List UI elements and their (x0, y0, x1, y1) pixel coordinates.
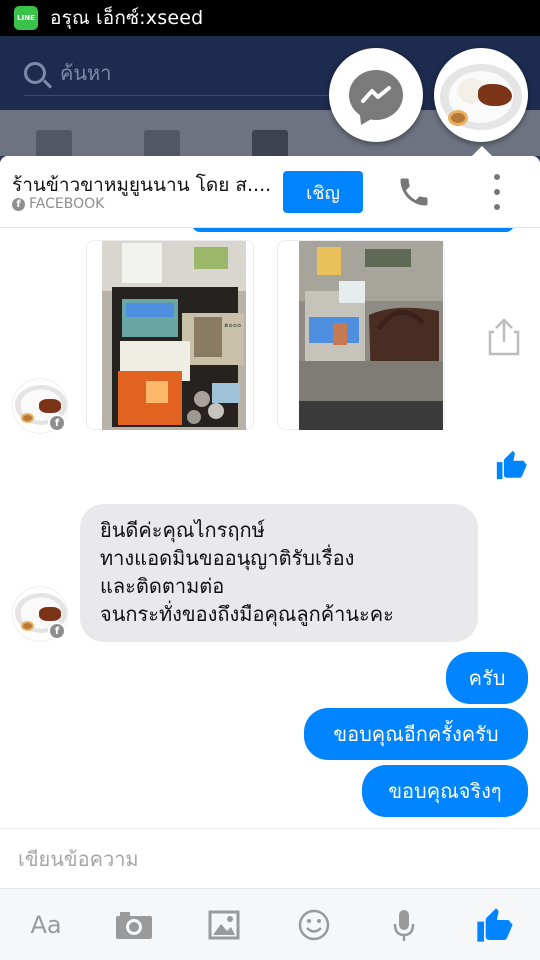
restaurant-chat-head[interactable] (434, 48, 528, 142)
messenger-icon (349, 70, 403, 120)
phone-icon[interactable] (396, 174, 432, 210)
background-search-bar: ค้นหา (24, 50, 364, 96)
facebook-icon: f (48, 414, 66, 432)
message-composer (0, 828, 540, 888)
outgoing-message-bubble[interactable]: ครับ (446, 652, 528, 704)
chat-subtitle: f FACEBOOK (12, 196, 104, 212)
messenger-chat-head[interactable] (329, 48, 423, 142)
gallery-icon[interactable] (202, 903, 246, 947)
friends-icon (144, 130, 180, 156)
photo-items-on-table[interactable] (299, 241, 443, 430)
chat-subtitle-text: FACEBOOK (29, 196, 105, 212)
background-search-placeholder: ค้นหา (60, 60, 112, 85)
active-head-pointer (472, 146, 492, 156)
microphone-icon[interactable] (382, 903, 426, 947)
composer-toolbar: Aa (0, 888, 540, 960)
incoming-message-bubble[interactable]: ยินดีค่ะคุณไกรฤกษ์ ทางแอดมินขออนุญาติรับ… (80, 504, 478, 642)
like-icon[interactable] (472, 903, 516, 947)
status-notification-text: อรุณ เอ็กซ์:xseed (50, 7, 204, 29)
search-icon (24, 61, 46, 84)
message-input[interactable] (18, 843, 518, 875)
message-line: จนกระทั่งของถึงมือคุณลูกค้านะคะ (100, 602, 394, 626)
chat-panel: ร้านข้าวขาหมูยูนนาน โดย ส.... f FACEBOOK… (0, 156, 540, 960)
facebook-icon: f (12, 197, 25, 211)
facebook-icon: f (48, 622, 66, 640)
banknote-value: ๑๐๐๐ (224, 321, 241, 329)
news-feed-icon (36, 130, 72, 156)
camera-icon[interactable] (112, 903, 156, 947)
invite-button[interactable]: เชิญ (283, 171, 363, 213)
outgoing-message-bubble[interactable]: ขอบคุณจริงๆ (362, 765, 528, 817)
photo-wallet-contents[interactable]: ๑๐๐๐ (102, 241, 246, 430)
message-line: และติดตามต่อ (100, 574, 225, 598)
text-style-button[interactable]: Aa (24, 903, 68, 947)
messages-icon (252, 130, 288, 156)
share-icon[interactable] (486, 316, 522, 356)
more-icon[interactable] (490, 174, 504, 210)
line-app-icon: LINE (14, 6, 38, 30)
status-bar: LINE อรุณ เอ็กซ์:xseed (0, 0, 540, 36)
message-line: ทางแอดมินขออนุญาติรับเรื่อง (100, 546, 355, 570)
emoji-icon[interactable] (292, 903, 336, 947)
message-line: ยินดีค่ะคุณไกรฤกษ์ (100, 518, 265, 542)
chat-header: ร้านข้าวขาหมูยูนนาน โดย ส.... f FACEBOOK… (0, 156, 540, 228)
outgoing-message-bubble[interactable]: ขอบคุณอีกครั้งครับ (304, 708, 528, 760)
like-icon (494, 448, 528, 482)
